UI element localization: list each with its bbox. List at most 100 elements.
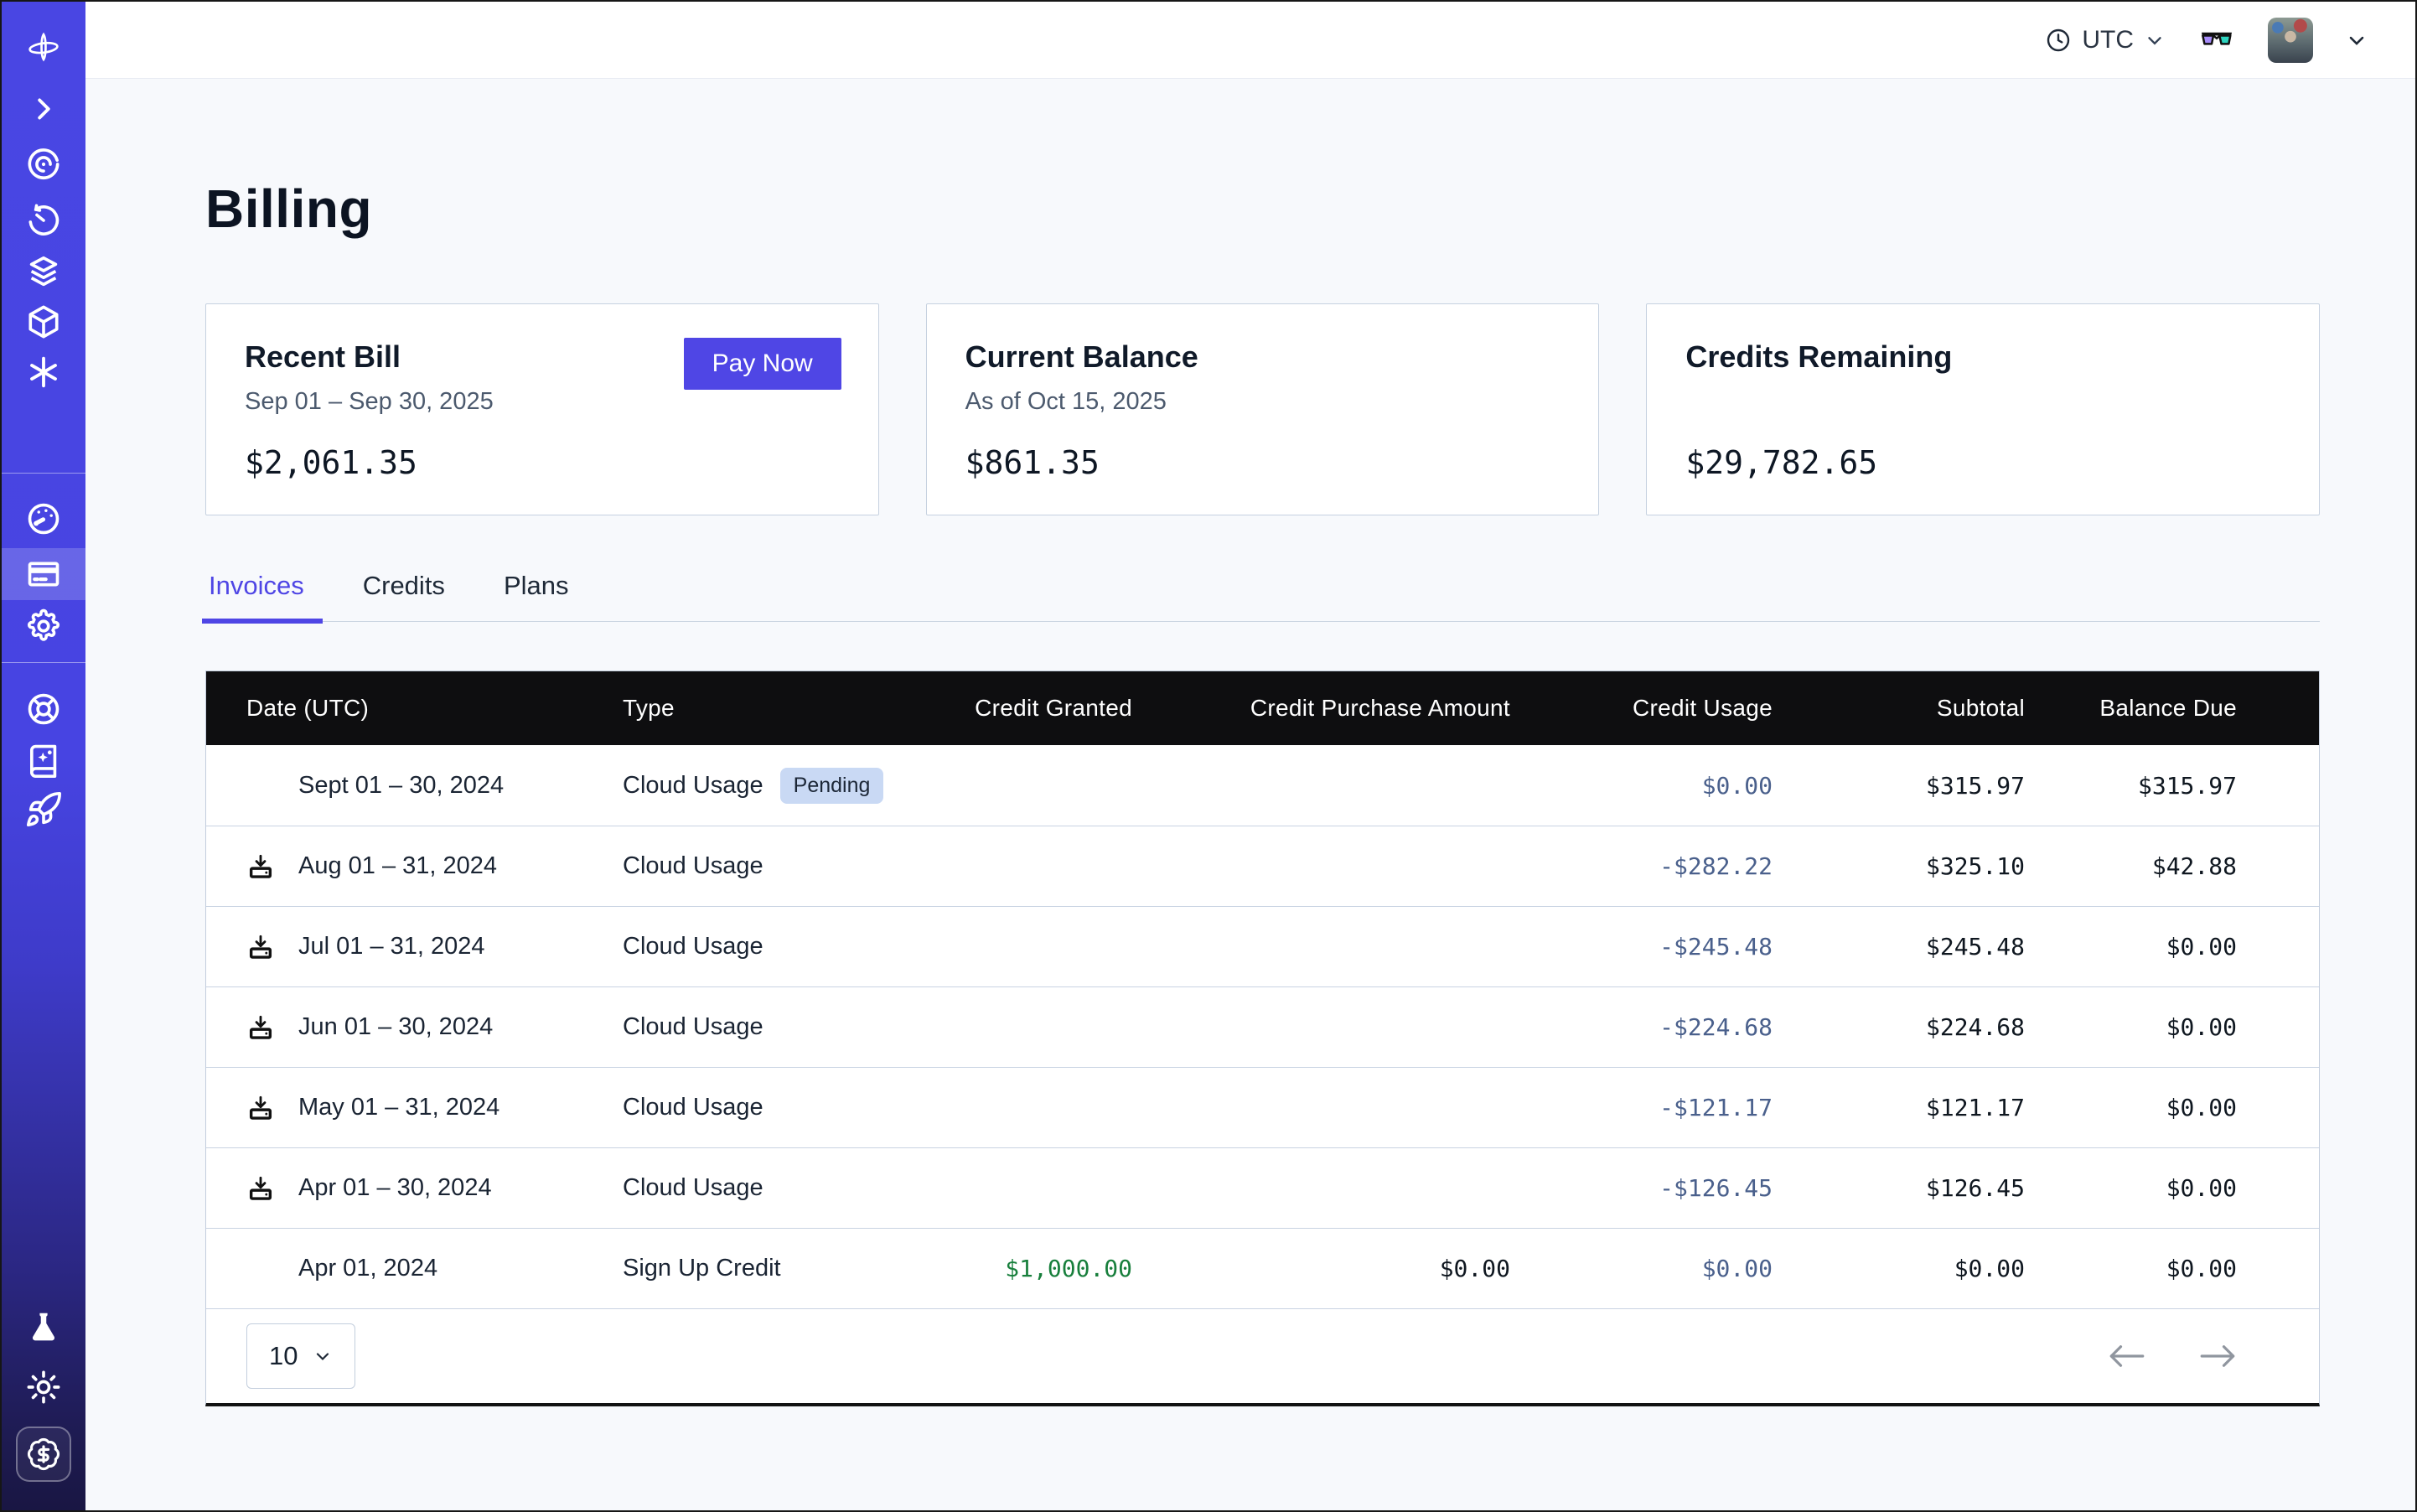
invoice-type: Cloud Usage	[623, 852, 763, 880]
next-page-button[interactable]	[2198, 1344, 2237, 1369]
page-size-select[interactable]: 10	[246, 1323, 355, 1389]
chevron-down-icon	[2345, 28, 2368, 52]
cell-subtotal: $121.17	[1773, 1094, 2025, 1121]
cell-date: Jul 01 – 31, 2024	[246, 933, 623, 961]
download-invoice-icon[interactable]	[246, 1094, 283, 1122]
invoice-period: Jul 01 – 31, 2024	[298, 933, 485, 961]
docs-book-icon[interactable]	[2, 740, 85, 780]
download-invoice-icon[interactable]	[246, 852, 283, 881]
page-size-value: 10	[269, 1341, 298, 1371]
cell-credit-usage: $0.00	[1510, 772, 1773, 800]
container-cube-icon[interactable]	[2, 302, 85, 342]
getting-started-rocket-icon[interactable]	[2, 790, 85, 830]
usage-gauge-icon[interactable]	[2, 499, 85, 539]
invoice-period: Aug 01 – 31, 2024	[298, 852, 497, 880]
cell-credit-usage: -$126.45	[1510, 1174, 1773, 1202]
asterisk-icon[interactable]	[2, 352, 85, 392]
column-header-credit-purchase-amount: Credit Purchase Amount	[1132, 695, 1510, 722]
card-title: Credits Remaining	[1685, 339, 2280, 375]
clock-icon	[2045, 27, 2072, 54]
topbar: UTC	[85, 2, 2415, 79]
cell-subtotal: $325.10	[1773, 852, 2025, 880]
cell-type: Cloud Usage	[623, 1174, 941, 1202]
timezone-selector[interactable]: UTC	[2045, 26, 2166, 54]
invoice-type: Cloud Usage	[623, 772, 763, 800]
cell-credit-usage: -$224.68	[1510, 1013, 1773, 1041]
collapse-chevron-icon[interactable]	[2, 89, 85, 129]
card-subtitle: Sep 01 – Sep 30, 2025	[245, 388, 840, 417]
download-invoice-icon[interactable]	[246, 1013, 283, 1042]
invoice-period: Jun 01 – 30, 2024	[298, 1013, 493, 1041]
card-subtitle: As of Oct 15, 2025	[965, 388, 1560, 417]
settings-gear-icon[interactable]	[2, 606, 85, 646]
chevron-down-icon	[313, 1346, 333, 1366]
cell-date: Apr 01 – 30, 2024	[246, 1174, 623, 1203]
column-header-subtotal: Subtotal	[1773, 695, 2025, 722]
chevron-down-icon	[2144, 29, 2166, 51]
prev-page-button[interactable]	[2108, 1344, 2146, 1369]
card-amount: $29,782.65	[1685, 444, 1877, 481]
layers-icon[interactable]	[2, 251, 85, 292]
observability-spiral-icon[interactable]	[2, 144, 85, 184]
card-amount: $2,061.35	[245, 444, 417, 481]
credits-dollar-badge-icon[interactable]	[16, 1427, 71, 1482]
cell-subtotal: $245.48	[1773, 933, 2025, 961]
tab-plans[interactable]: Plans	[500, 571, 572, 621]
column-header-balance-due: Balance Due	[2025, 695, 2237, 722]
download-invoice-icon[interactable]	[246, 933, 283, 961]
invoice-type: Sign Up Credit	[623, 1255, 781, 1282]
cell-subtotal: $315.97	[1773, 772, 2025, 800]
column-header-credit-granted: Credit Granted	[941, 695, 1132, 722]
cell-balance-due: $0.00	[2025, 1094, 2237, 1121]
glasses-icon	[2197, 21, 2236, 60]
theme-sun-icon[interactable]	[2, 1367, 85, 1407]
timezone-label: UTC	[2082, 26, 2134, 54]
pay-now-button[interactable]: Pay Now	[684, 338, 841, 390]
invoice-period: Apr 01, 2024	[298, 1255, 437, 1282]
cell-balance-due: $42.88	[2025, 852, 2237, 880]
sidebar	[2, 2, 85, 1510]
invoice-type: Cloud Usage	[623, 1174, 763, 1202]
page-title: Billing	[205, 178, 2320, 240]
cell-type: Cloud UsagePending	[623, 768, 941, 804]
logo-icon[interactable]	[2, 27, 85, 67]
billing-page: UTC Billing Recent Bill Sep 01	[0, 0, 2417, 1512]
cell-balance-due: $0.00	[2025, 933, 2237, 961]
tab-invoices[interactable]: Invoices	[205, 571, 308, 621]
cell-subtotal: $126.45	[1773, 1174, 2025, 1202]
cell-credit-usage: $0.00	[1510, 1255, 1773, 1282]
cell-date: Jun 01 – 30, 2024	[246, 1013, 623, 1042]
table-footer: 10	[206, 1308, 2319, 1403]
recent-bill-card: Recent Bill Sep 01 – Sep 30, 2025 Pay No…	[205, 303, 879, 515]
table-row: May 01 – 31, 2024Cloud Usage-$121.17$121…	[206, 1067, 2319, 1147]
support-lifebuoy-icon[interactable]	[2, 689, 85, 729]
cell-date: Apr 01, 2024	[246, 1255, 623, 1282]
labs-flask-icon[interactable]	[2, 1307, 85, 1348]
credits-remaining-card: Credits Remaining $29,782.65	[1646, 303, 2320, 515]
download-invoice-icon[interactable]	[246, 1174, 283, 1203]
history-timer-icon[interactable]	[2, 200, 85, 241]
table-row: Apr 01 – 30, 2024Cloud Usage -$126.45$126…	[206, 1147, 2319, 1228]
tab-credits[interactable]: Credits	[360, 571, 448, 621]
cell-date: May 01 – 31, 2024	[246, 1094, 623, 1122]
column-header-type: Type	[623, 695, 941, 722]
account-menu-chevron[interactable]	[2345, 28, 2368, 52]
invoice-period: May 01 – 31, 2024	[298, 1094, 499, 1121]
cell-type: Sign Up Credit	[623, 1255, 941, 1282]
table-header: Date (UTC)TypeCredit GrantedCredit Purch…	[206, 671, 2319, 745]
avatar[interactable]	[2268, 18, 2313, 63]
cell-date: Sept 01 – 30, 2024	[246, 772, 623, 800]
invoice-type: Cloud Usage	[623, 933, 763, 961]
card-amount: $861.35	[965, 444, 1100, 481]
invoice-type: Cloud Usage	[623, 1094, 763, 1121]
billing-card-icon[interactable]	[2, 548, 85, 600]
cell-type: Cloud Usage	[623, 852, 941, 880]
card-subtitle	[1685, 388, 2280, 417]
glasses-button[interactable]	[2197, 21, 2236, 60]
billing-tabs: Invoices Credits Plans	[205, 571, 2320, 622]
cell-balance-due: $0.00	[2025, 1013, 2237, 1041]
column-header-credit-usage: Credit Usage	[1510, 695, 1773, 722]
column-header-date-utc: Date (UTC)	[246, 695, 623, 722]
cell-type: Cloud Usage	[623, 933, 941, 961]
cell-credit-usage: -$282.22	[1510, 852, 1773, 880]
